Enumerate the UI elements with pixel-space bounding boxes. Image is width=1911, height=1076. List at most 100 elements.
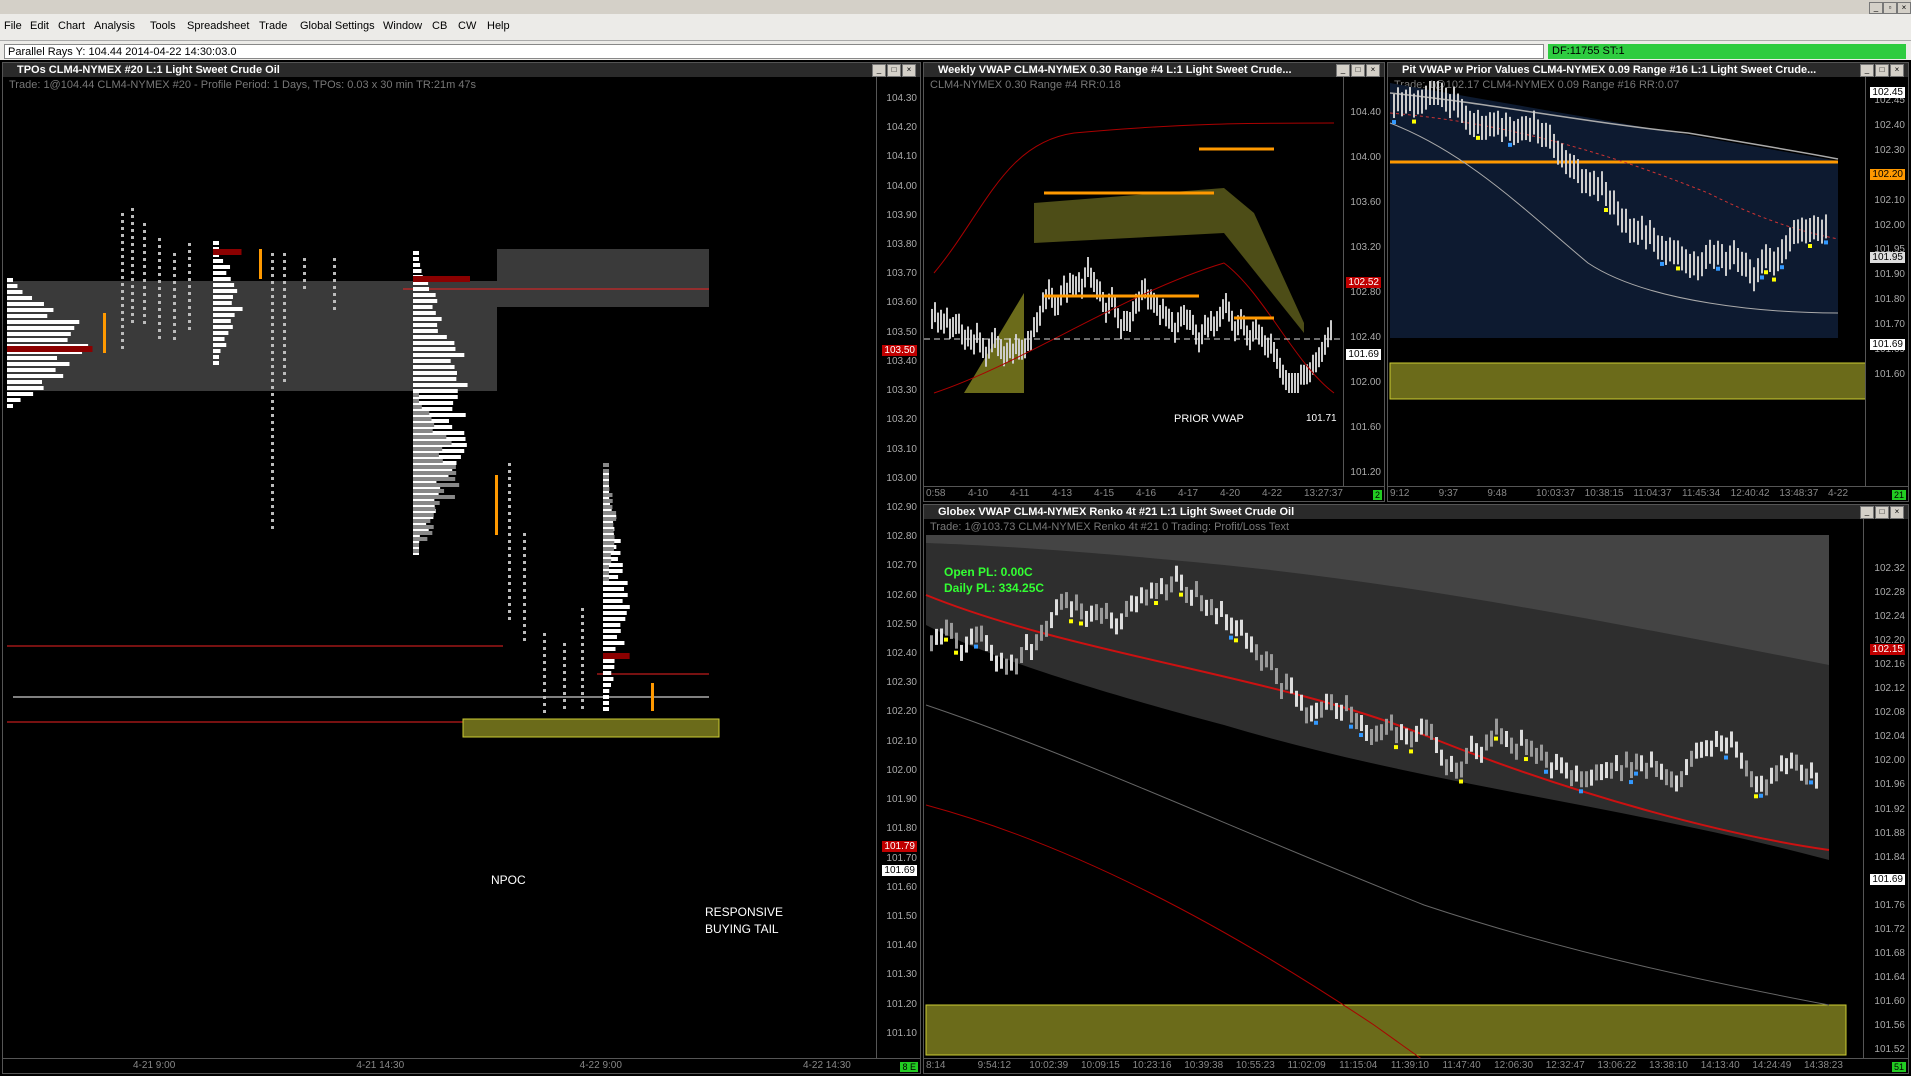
renko-brick xyxy=(1145,589,1148,606)
signal-marker xyxy=(974,644,978,649)
signal-marker xyxy=(1394,745,1398,750)
price-tick: 101.56 xyxy=(1874,1019,1905,1031)
price-tick: 101.80 xyxy=(886,823,917,835)
renko-brick xyxy=(1385,718,1388,735)
menu-global-settings[interactable]: Global Settings xyxy=(300,20,375,32)
tpo-letter xyxy=(333,279,336,282)
restore-button[interactable]: ▫ xyxy=(1883,2,1897,14)
tpo-letter xyxy=(543,633,546,636)
signal-marker xyxy=(1476,135,1480,140)
profile-bar xyxy=(603,587,625,591)
tpo-letter xyxy=(121,283,124,286)
tpo-letter xyxy=(158,308,161,311)
renko-brick xyxy=(1480,746,1483,763)
profile-bar xyxy=(7,308,54,312)
renko-brick xyxy=(1720,735,1723,752)
tpo-letter xyxy=(581,692,584,695)
time-tick: 4-17 xyxy=(1178,488,1199,499)
tpo-letter xyxy=(158,238,161,241)
responsive-label: RESPONSIVE xyxy=(705,905,784,919)
tpo-letter xyxy=(581,608,584,611)
renko-brick xyxy=(1290,677,1293,694)
renko-brick xyxy=(1270,654,1273,671)
profile-bar xyxy=(603,469,609,473)
renko-brick xyxy=(1130,595,1133,612)
signal-marker xyxy=(1754,794,1758,799)
tpo-letter xyxy=(303,279,306,282)
tpo-letter xyxy=(131,271,134,274)
profile-bar xyxy=(413,389,458,393)
tpo-letter xyxy=(508,554,511,557)
time-tick: 13:27:37 xyxy=(1304,488,1343,499)
corner-indicator: 51 xyxy=(1891,1062,1906,1072)
tpo-letter xyxy=(271,400,274,403)
price-tick: 101.60 xyxy=(1350,422,1381,433)
ib-marker xyxy=(103,313,106,353)
time-tick: 10:02:39 xyxy=(1029,1060,1069,1071)
price-marker: 101.95 xyxy=(1870,252,1905,263)
close-button[interactable]: × xyxy=(1897,2,1911,14)
renko-brick xyxy=(970,628,973,645)
profile-bar xyxy=(413,399,419,403)
tpo-letter xyxy=(131,285,134,288)
tpo-letter xyxy=(188,306,191,309)
profile-bar xyxy=(413,293,436,297)
tpo-letter xyxy=(271,267,274,270)
menu-window[interactable]: Window xyxy=(383,20,422,32)
tpo-chart-panel[interactable]: TPOs CLM4-NYMEX #20 L:1 Light Sweet Crud… xyxy=(2,62,921,1074)
profile-bar xyxy=(603,647,616,651)
menu-cb[interactable]: CB xyxy=(432,20,447,32)
profile-bar xyxy=(603,599,623,603)
price-tick: 103.60 xyxy=(886,297,917,309)
tpo-letter xyxy=(508,463,511,466)
tpo-letter xyxy=(121,234,124,237)
menu-cw[interactable]: CW xyxy=(458,20,476,32)
tpo-letter xyxy=(158,329,161,332)
menu-tools[interactable]: Tools xyxy=(150,20,176,32)
menu-trade[interactable]: Trade xyxy=(259,20,287,32)
renko-brick xyxy=(1305,707,1308,724)
profile-bar xyxy=(603,659,615,663)
renko-brick xyxy=(1395,727,1398,744)
renko-brick xyxy=(1405,728,1408,745)
globex-time-axis: 8:14 9:54:12 10:02:39 10:09:15 10:23:16 10:39… xyxy=(924,1058,1908,1073)
renko-brick xyxy=(1675,775,1678,792)
menu-help[interactable]: Help xyxy=(487,20,510,32)
menu-file[interactable]: File xyxy=(4,20,22,32)
tpo-letter xyxy=(271,365,274,368)
tpo-letter xyxy=(283,365,286,368)
tpo-letter xyxy=(271,302,274,305)
tpo-price-axis: 104.30 104.20 104.10 104.00 103.90 103.80 103.… xyxy=(876,77,920,1068)
pit-vwap-panel[interactable]: Pit VWAP w Prior Values CLM4-NYMEX 0.09 … xyxy=(1387,62,1909,502)
time-tick: 9:12 xyxy=(1390,488,1410,499)
weekly-vwap-panel[interactable]: Weekly VWAP CLM4-NYMEX 0.30 Range #4 L:1… xyxy=(923,62,1385,502)
menu-spreadsheet[interactable]: Spreadsheet xyxy=(187,20,249,32)
globex-vwap-panel[interactable]: Globex VWAP CLM4-NYMEX Renko 4t #21 L:1 … xyxy=(923,504,1909,1074)
renko-brick xyxy=(1140,587,1143,604)
minimize-button[interactable]: _ xyxy=(1869,2,1883,14)
renko-brick xyxy=(1580,771,1583,788)
menu-edit[interactable]: Edit xyxy=(30,20,49,32)
tpo-letter xyxy=(543,703,546,706)
profile-bar xyxy=(7,380,43,384)
signal-marker xyxy=(1524,757,1528,762)
profile-bar xyxy=(213,355,219,359)
profile-bar xyxy=(603,505,613,509)
signal-marker xyxy=(1780,265,1784,270)
menu-chart[interactable]: Chart xyxy=(58,20,85,32)
renko-brick xyxy=(1365,724,1368,741)
menu-analysis[interactable]: Analysis xyxy=(94,20,135,32)
price-marker: 101.69 xyxy=(1870,874,1905,885)
renko-brick xyxy=(1635,753,1638,770)
renko-brick xyxy=(1785,758,1788,775)
tpo-letter xyxy=(523,624,526,627)
price-tick: 103.90 xyxy=(886,209,917,221)
pit-time-axis: 9:12 9:37 9:48 10:03:37 10:38:15 11:04:37 11:4… xyxy=(1388,486,1908,501)
renko-brick xyxy=(1550,762,1553,779)
tpo-letter xyxy=(283,281,286,284)
renko-brick xyxy=(1185,586,1188,603)
profile-bar xyxy=(7,362,70,366)
price-tick: 101.30 xyxy=(886,969,917,981)
price-tick: 101.88 xyxy=(1874,827,1905,839)
signal-marker xyxy=(1808,244,1812,249)
